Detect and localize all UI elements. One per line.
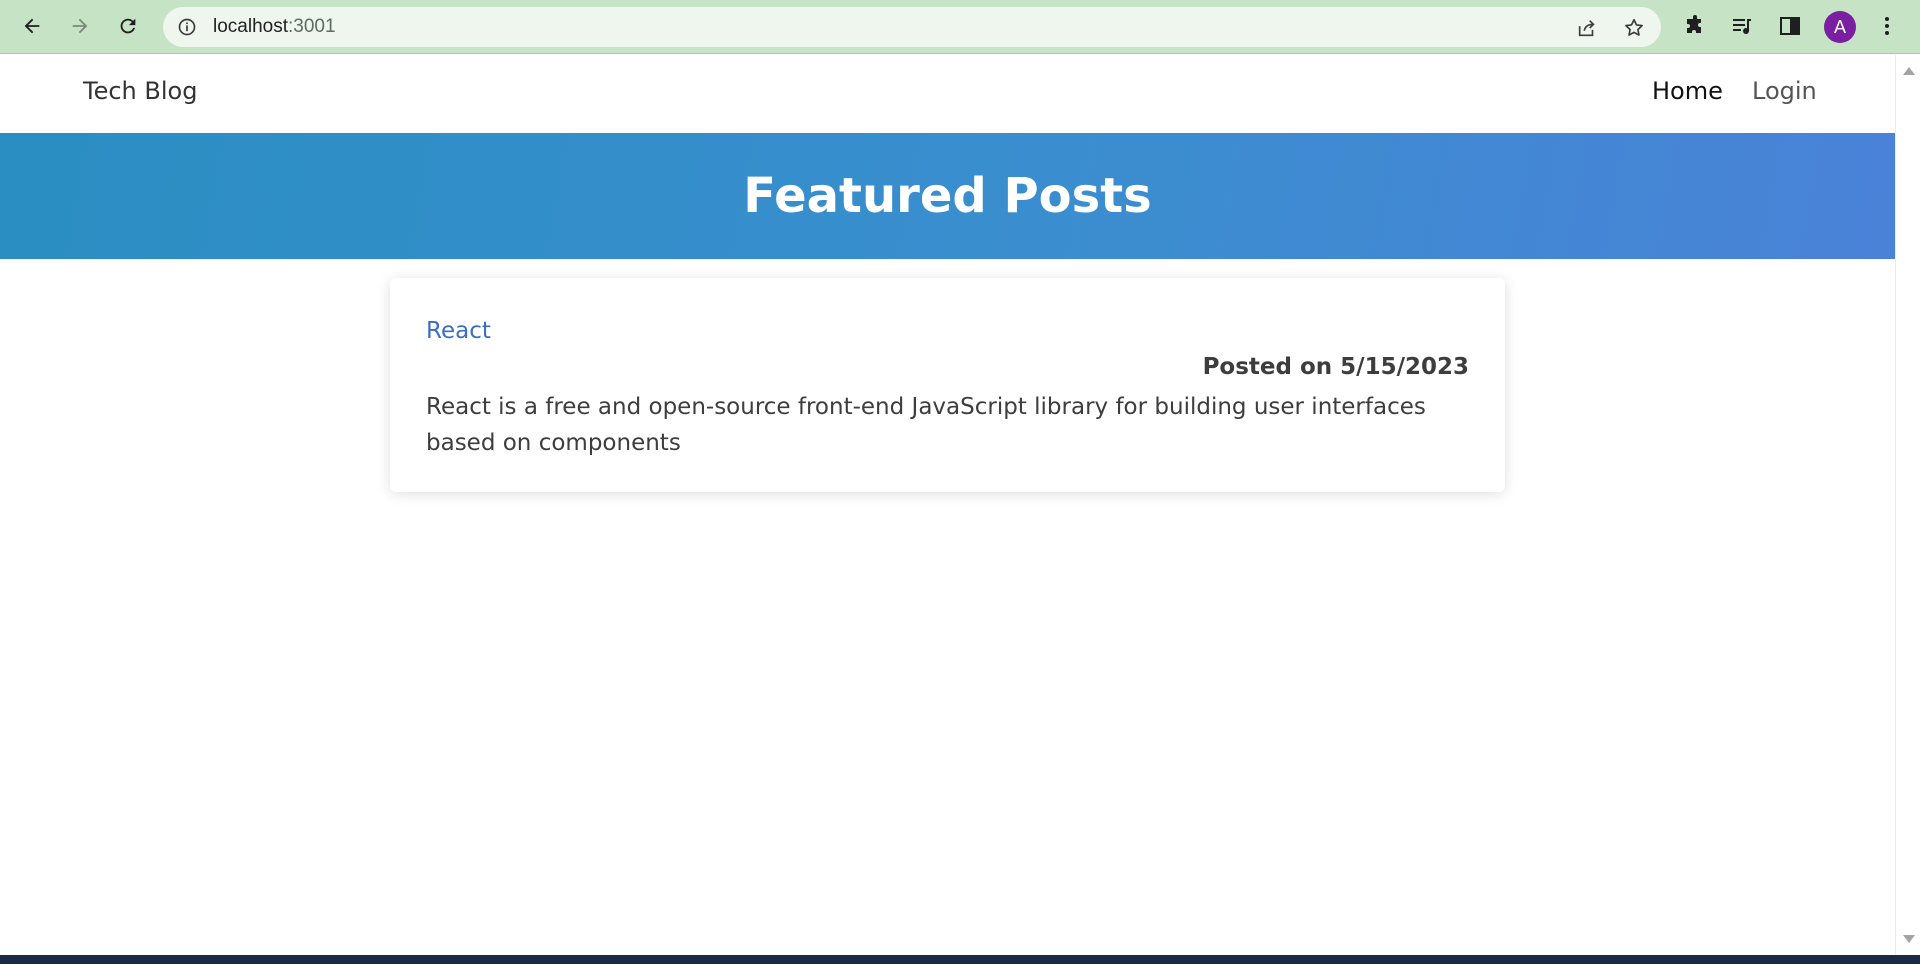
url-host: localhost (213, 16, 288, 37)
nav-login-link[interactable]: Login (1752, 77, 1817, 105)
side-panel-button[interactable] (1775, 11, 1805, 41)
media-control-button[interactable] (1727, 11, 1757, 41)
reload-button[interactable] (110, 8, 146, 44)
bookmark-star-icon[interactable] (1623, 17, 1645, 39)
post-card: React Posted on 5/15/2023 React is a fre… (390, 278, 1505, 492)
vertical-scrollbar[interactable] (1895, 55, 1920, 955)
os-taskbar (0, 955, 1920, 964)
scroll-down-arrow-icon[interactable] (1903, 935, 1915, 943)
playlist-music-icon (1733, 19, 1751, 35)
profile-avatar[interactable]: A (1824, 11, 1856, 43)
forward-arrow-icon (72, 18, 88, 34)
kebab-menu-icon (1885, 17, 1889, 35)
forward-button[interactable] (62, 8, 98, 44)
hero-banner: Featured Posts (0, 133, 1895, 259)
reload-icon (120, 18, 136, 34)
share-icon[interactable] (1576, 17, 1598, 39)
side-panel-icon (1780, 17, 1800, 35)
scroll-up-arrow-icon[interactable] (1903, 67, 1915, 75)
url-text[interactable]: localhost:3001 (213, 7, 336, 47)
site-brand[interactable]: Tech Blog (83, 77, 197, 105)
post-title-link[interactable]: React (426, 318, 491, 344)
puzzle-icon (1687, 15, 1701, 33)
url-port: :3001 (288, 16, 336, 37)
back-button[interactable] (14, 8, 50, 44)
browser-toolbar: localhost:3001 A (0, 0, 1920, 54)
nav-home-link[interactable]: Home (1652, 77, 1723, 105)
address-bar[interactable]: localhost:3001 (163, 7, 1661, 47)
post-excerpt: React is a free and open-source front-en… (426, 394, 1426, 456)
site-info-icon[interactable] (177, 17, 197, 37)
browser-menu-button[interactable] (1872, 11, 1902, 41)
back-arrow-icon (24, 18, 40, 34)
post-date: Posted on 5/15/2023 (1202, 354, 1469, 380)
extensions-button[interactable] (1680, 11, 1710, 41)
page-title: Featured Posts (743, 168, 1152, 224)
page-viewport: Tech Blog Home Login Featured Posts Reac… (0, 55, 1895, 955)
site-navbar: Tech Blog Home Login (0, 55, 1895, 133)
